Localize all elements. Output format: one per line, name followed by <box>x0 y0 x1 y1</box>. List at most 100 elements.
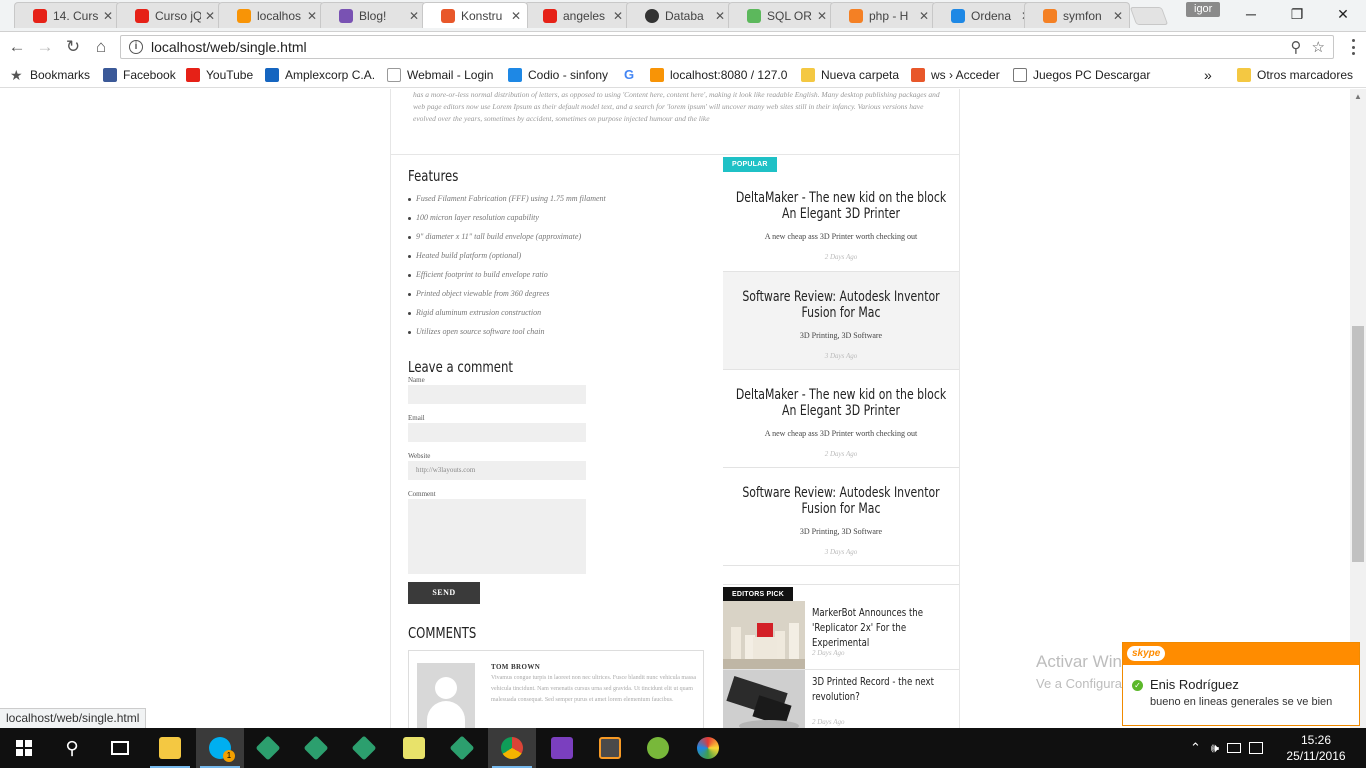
bookmark-item[interactable]: Amplexcorp C.A. <box>265 66 375 84</box>
start-button[interactable] <box>0 728 48 768</box>
post-date: 2 Days Ago <box>812 649 845 657</box>
website-field[interactable]: http://w3layouts.com <box>408 461 586 480</box>
bookmark-item[interactable]: Nueva carpeta <box>801 66 899 84</box>
close-window-icon[interactable]: ✕ <box>1320 0 1366 28</box>
task-view-button[interactable] <box>96 728 144 768</box>
close-tab-icon[interactable]: ✕ <box>205 9 215 23</box>
forward-icon[interactable]: → <box>34 37 56 57</box>
reload-icon[interactable]: ↻ <box>62 37 84 57</box>
browser-tab[interactable]: SQL OR ✕ <box>728 2 834 28</box>
editors-pick-title[interactable]: 3D Printed Record - the next revolution? <box>812 674 952 704</box>
bookmark-item[interactable]: Juegos PC Descargar <box>1013 66 1150 84</box>
email-field[interactable] <box>408 423 586 442</box>
chevron-up-icon[interactable]: ⌃ <box>1190 740 1201 756</box>
search-button[interactable]: ⚲ <box>48 728 96 768</box>
name-field[interactable] <box>408 385 586 404</box>
close-tab-icon[interactable]: ✕ <box>715 9 725 23</box>
online-status-icon: ✓ <box>1132 680 1143 691</box>
close-tab-icon[interactable]: ✕ <box>817 9 827 23</box>
close-tab-icon[interactable]: ✕ <box>409 9 419 23</box>
divider <box>723 566 959 585</box>
taskbar-paint[interactable] <box>684 728 732 768</box>
popular-post[interactable]: Software Review: Autodesk Inventor Fusio… <box>723 272 959 370</box>
taskbar-chrome[interactable] <box>488 728 536 768</box>
close-tab-icon[interactable]: ✕ <box>1113 9 1123 23</box>
bookmark-item[interactable]: YouTube <box>186 66 253 84</box>
taskbar-app[interactable] <box>390 728 438 768</box>
url-text[interactable]: localhost/web/single.html <box>151 39 1281 55</box>
post-title[interactable]: DeltaMaker - The new kid on the block An… <box>732 387 950 419</box>
taskbar-sublime[interactable] <box>586 728 634 768</box>
scroll-up-icon[interactable]: ▲ <box>1350 89 1366 105</box>
post-title[interactable]: DeltaMaker - The new kid on the block An… <box>732 190 950 222</box>
info-icon[interactable]: i <box>129 40 143 54</box>
taskbar-app[interactable] <box>292 728 340 768</box>
close-tab-icon[interactable]: ✕ <box>613 9 623 23</box>
thumbnail-image[interactable] <box>723 670 805 728</box>
close-tab-icon[interactable]: ✕ <box>919 9 929 23</box>
network-icon[interactable] <box>1227 743 1242 753</box>
comment-textarea[interactable] <box>408 499 586 574</box>
close-tab-icon[interactable]: ✕ <box>511 9 521 23</box>
taskbar-explorer[interactable] <box>146 728 194 768</box>
system-clock[interactable]: 15:26 25/11/2016 <box>1284 732 1348 764</box>
popular-post[interactable]: DeltaMaker - The new kid on the block An… <box>723 172 959 272</box>
other-bookmarks-folder[interactable]: Otros marcadores <box>1237 66 1353 84</box>
restore-icon[interactable]: ❐ <box>1274 0 1320 28</box>
popular-post[interactable]: Software Review: Autodesk Inventor Fusio… <box>723 468 959 566</box>
taskbar-skype[interactable]: 1 <box>196 728 244 768</box>
bookmark-item[interactable]: Webmail - Login <box>387 66 493 84</box>
volume-icon[interactable]: 🕪 <box>1211 740 1219 756</box>
address-bar[interactable]: i localhost/web/single.html ⚲ ☆ <box>120 35 1334 59</box>
main-column: Features Fused Filament Fabrication (FFF… <box>408 167 708 728</box>
bookmark-star-icon[interactable]: ☆ <box>1312 38 1325 56</box>
home-icon[interactable]: ⌂ <box>90 37 112 57</box>
taskbar-utorrent[interactable] <box>634 728 682 768</box>
new-tab-button[interactable] <box>1129 7 1169 25</box>
close-tab-icon[interactable]: ✕ <box>103 9 113 23</box>
bookmark-item[interactable]: localhost:8080 / 127.0 <box>650 66 787 84</box>
editors-pick-title[interactable]: MarkerBot Announces the 'Replicator 2x' … <box>812 605 952 650</box>
post-title[interactable]: Software Review: Autodesk Inventor Fusio… <box>732 289 950 321</box>
browser-tab[interactable]: Curso jQ ✕ <box>116 2 222 28</box>
bookmark-item[interactable]: Facebook <box>103 66 176 84</box>
browser-tab[interactable]: Blog! ✕ <box>320 2 426 28</box>
browser-tab[interactable]: php - H ✕ <box>830 2 936 28</box>
browser-tab[interactable]: symfon ✕ <box>1024 2 1130 28</box>
feature-item: 100 micron layer resolution capability <box>408 212 708 231</box>
back-icon[interactable]: ← <box>6 37 28 57</box>
browser-tab[interactable]: angeles ✕ <box>524 2 630 28</box>
skype-notification[interactable]: skype ✓ Enis Rodríguez bueno en lineas g… <box>1122 642 1360 726</box>
bookmark-item[interactable]: Codio - sinfony <box>508 66 608 84</box>
browser-tab-active[interactable]: Konstru ✕ <box>422 2 528 28</box>
comment-label: Comment <box>408 490 436 498</box>
post-date: 3 Days Ago <box>824 352 858 360</box>
bookmark-item[interactable]: G <box>624 66 644 84</box>
taskbar-app[interactable] <box>438 728 486 768</box>
search-icon[interactable]: ⚲ <box>1291 38 1302 56</box>
vertical-scrollbar[interactable]: ▲ <box>1350 89 1366 728</box>
taskbar-phpstorm[interactable] <box>538 728 586 768</box>
minimize-icon[interactable]: ─ <box>1228 0 1274 28</box>
browser-tab[interactable]: 14. Curs ✕ <box>14 2 120 28</box>
taskbar-app[interactable] <box>340 728 388 768</box>
browser-tab[interactable]: localhos ✕ <box>218 2 324 28</box>
browser-menu-icon[interactable] <box>1344 38 1362 56</box>
taskbar-app[interactable] <box>244 728 292 768</box>
browser-tab[interactable]: Databa ✕ <box>626 2 732 28</box>
browser-tab[interactable]: Ordena✕ <box>932 2 1038 28</box>
editors-pick-item[interactable]: 3D Printed Record - the next revolution?… <box>723 670 959 728</box>
profile-button[interactable]: igor <box>1186 2 1221 17</box>
scrollbar-thumb[interactable] <box>1352 326 1364 562</box>
close-tab-icon[interactable]: ✕ <box>307 9 317 23</box>
more-bookmarks-button[interactable]: » <box>1204 66 1212 84</box>
bookmark-item[interactable]: ws › Acceder <box>911 66 1000 84</box>
popular-post[interactable]: DeltaMaker - The new kid on the block An… <box>723 370 959 468</box>
send-button[interactable]: SEND <box>408 582 480 604</box>
action-center-icon[interactable] <box>1249 742 1264 754</box>
bookmark-item[interactable]: ★ Bookmarks <box>10 66 90 84</box>
post-subtitle: 3D Printing, 3D Software <box>799 331 883 340</box>
post-title[interactable]: Software Review: Autodesk Inventor Fusio… <box>732 485 950 517</box>
thumbnail-image[interactable] <box>723 601 805 669</box>
editors-pick-item[interactable]: MarkerBot Announces the 'Replicator 2x' … <box>723 601 959 670</box>
